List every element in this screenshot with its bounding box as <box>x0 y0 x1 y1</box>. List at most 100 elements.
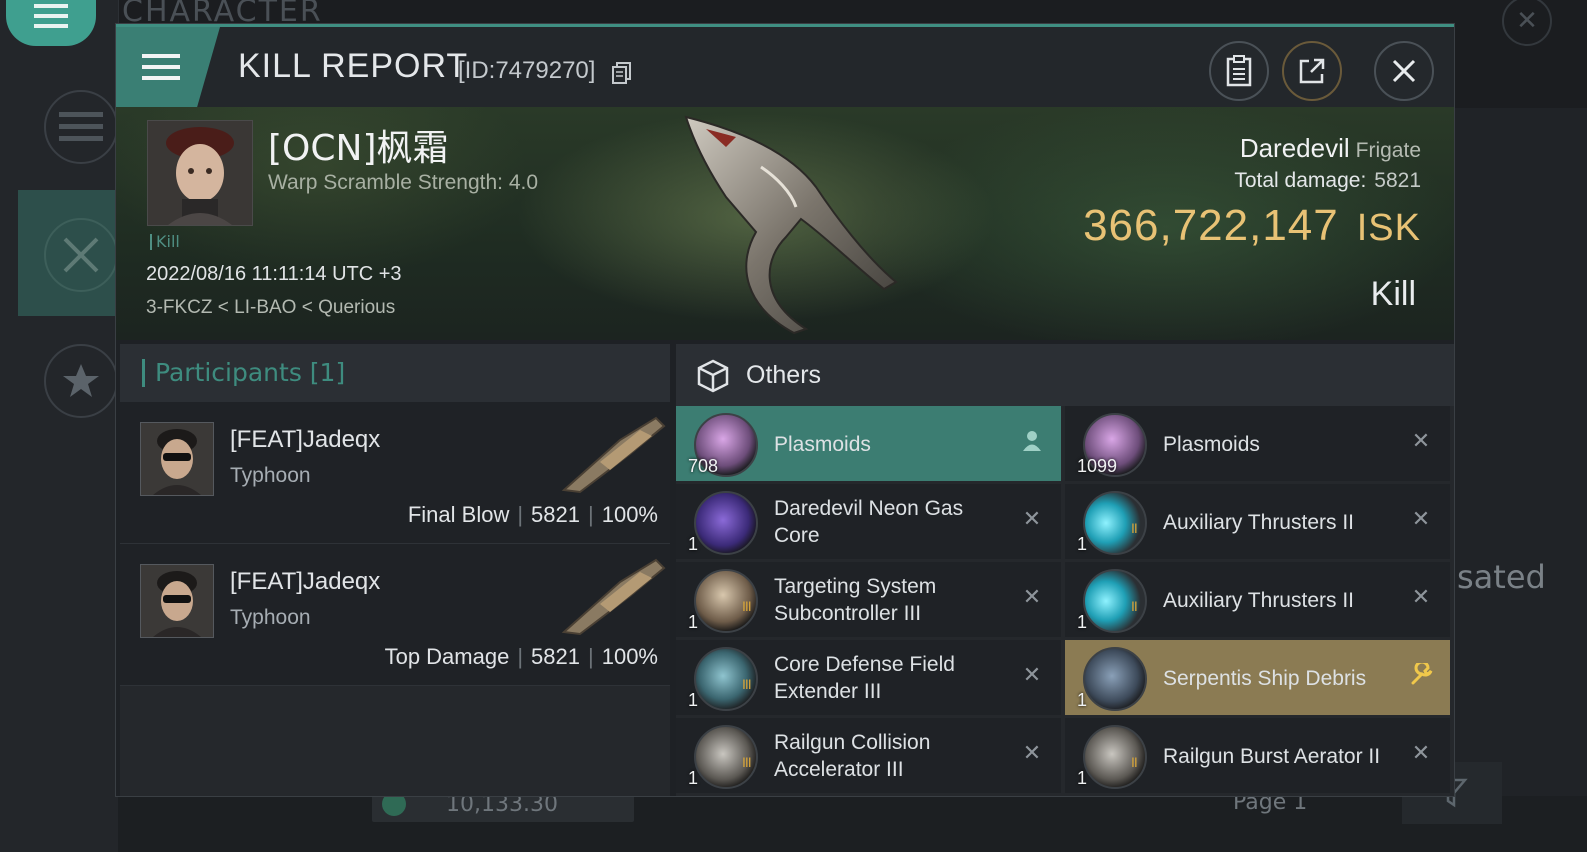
victim-name[interactable]: [OCN]枫霜 <box>268 119 449 171</box>
total-damage-label: Total damage: <box>1234 169 1367 192</box>
participant-damage: 5821 <box>531 644 580 669</box>
item-cell[interactable]: 1 II Auxiliary Thrusters II ✕ <box>1065 562 1450 637</box>
kill-id: [ID:7479270] <box>458 57 596 84</box>
participant-portrait <box>140 564 214 638</box>
participant-ship: Typhoon <box>230 464 311 487</box>
victim-ship-name[interactable]: Daredevil <box>1240 133 1350 163</box>
background-right-text: sated <box>1457 558 1546 596</box>
isk-loss-value: 366,722,147 <box>1083 201 1339 250</box>
report-clipboard-button[interactable] <box>1209 41 1269 101</box>
star-icon <box>63 364 99 397</box>
modal-header: KILL REPORT [ID:7479270] <box>116 24 1454 107</box>
destroyed-icon: ✕ <box>1022 506 1042 532</box>
victim-summary: [OCN]枫霜 Warp Scramble Strength: 4.0 Kill… <box>116 107 1454 340</box>
participant-percent: 100% <box>601 502 658 527</box>
warp-scramble-strength: Warp Scramble Strength: 4.0 <box>268 171 539 194</box>
participant-portrait <box>140 422 214 496</box>
main-menu-button[interactable] <box>6 0 96 46</box>
item-quantity: 1 <box>688 534 699 554</box>
item-cell[interactable]: 1 II Auxiliary Thrusters II ✕ <box>1065 484 1450 559</box>
destroyed-icon: ✕ <box>1022 662 1042 688</box>
participant-name: [FEAT]Jadeqx <box>230 568 381 595</box>
item-quantity: 1099 <box>1077 456 1118 476</box>
destroyed-icon: ✕ <box>1022 584 1042 610</box>
rail-combat-button[interactable] <box>44 218 118 292</box>
destroyed-icon: ✕ <box>1411 428 1431 454</box>
item-cell[interactable]: 708 Plasmoids <box>676 406 1061 481</box>
kill-tag: Kill <box>150 234 180 250</box>
rail-favorites-button[interactable] <box>44 344 118 418</box>
item-name: Railgun Burst Aerator II <box>1163 744 1381 768</box>
destroyed-icon: ✕ <box>1022 740 1042 766</box>
isk-unit: ISK <box>1356 207 1421 249</box>
victim-ship-class: Frigate <box>1355 139 1421 162</box>
rail-menu-button[interactable] <box>44 90 118 164</box>
item-name: Core Defense Field Extender III <box>774 653 955 703</box>
participant-row[interactable]: [FEAT]Jadeqx Typhoon Top Damage | 5821 | 100… <box>120 544 670 686</box>
share-icon <box>1299 58 1325 84</box>
participant-stats: Top Damage | 5821 | 100% <box>385 644 658 670</box>
close-icon <box>1392 59 1416 83</box>
victim-ship: Daredevil Frigate <box>1240 133 1421 164</box>
item-cell[interactable]: 1 III Railgun Collision Accelerator III … <box>676 718 1061 793</box>
item-cell[interactable]: 1 II Railgun Burst Aerator II ✕ <box>1065 718 1450 793</box>
hamburger-icon <box>142 54 180 80</box>
meta-level: II <box>1131 754 1138 770</box>
item-quantity: 708 <box>688 456 719 476</box>
person-icon <box>1017 426 1047 456</box>
participant-ship: Typhoon <box>230 606 311 629</box>
divider: | <box>517 644 524 669</box>
item-cell[interactable]: 1 Daredevil Neon Gas Core ✕ <box>676 484 1061 559</box>
destroyed-icon: ✕ <box>1411 584 1431 610</box>
item-name: Plasmoids <box>774 432 871 456</box>
background-close-icon[interactable]: ✕ <box>1502 0 1552 46</box>
copy-icon[interactable] <box>612 62 632 84</box>
item-cell[interactable]: 1 III Targeting System Subcontroller III… <box>676 562 1061 637</box>
item-name: Daredevil Neon Gas Core <box>774 497 964 547</box>
total-damage-value: 5821 <box>1374 169 1421 192</box>
item-name: Auxiliary Thrusters II <box>1163 510 1354 534</box>
item-name: Auxiliary Thrusters II <box>1163 588 1354 612</box>
divider: | <box>517 502 524 527</box>
cube-icon <box>697 359 729 393</box>
victim-portrait <box>147 120 253 226</box>
kill-datetime: 2022/08/16 11:11:14 UTC +3 <box>146 263 402 285</box>
debris-icon <box>1083 647 1147 711</box>
wrench-icon <box>1406 660 1436 690</box>
item-cell[interactable]: 1 III Core Defense Field Extender III ✕ <box>676 640 1061 715</box>
participant-percent: 100% <box>601 644 658 669</box>
modal-title: KILL REPORT <box>238 47 469 85</box>
participants-header: Participants [1] <box>120 344 670 402</box>
participants-panel: Participants [1] [FEAT]Jadeqx Typhoon Fi… <box>120 344 670 796</box>
item-cell[interactable]: 1099 Plasmoids ✕ <box>1065 406 1450 481</box>
background-bottom-bar <box>118 796 1587 852</box>
gas-core-icon <box>694 491 758 555</box>
kill-report-modal: KILL REPORT [ID:7479270] [OCN]枫霜 Warp Sc… <box>116 24 1454 796</box>
thruster-icon <box>1083 491 1147 555</box>
item-quantity: 1 <box>688 768 699 788</box>
meta-level: II <box>1131 520 1138 536</box>
item-name: Targeting System Subcontroller III <box>774 575 937 625</box>
portrait-image <box>141 565 213 637</box>
participant-row[interactable]: [FEAT]Jadeqx Typhoon Final Blow | 5821 | 100… <box>120 402 670 544</box>
meta-level: III <box>742 676 752 692</box>
list-icon <box>59 112 103 141</box>
thruster-icon <box>1083 569 1147 633</box>
meta-level: III <box>742 598 752 614</box>
share-button[interactable] <box>1282 41 1342 101</box>
items-header: Others <box>676 344 1454 406</box>
modal-menu-button[interactable] <box>116 27 220 107</box>
participant-role: Final Blow <box>407 502 510 527</box>
participant-stats: Final Blow | 5821 | 100% <box>408 502 658 528</box>
item-name: Railgun Collision Accelerator III <box>774 731 931 781</box>
item-quantity: 1 <box>1077 534 1088 554</box>
item-cell[interactable]: 1 Serpentis Ship Debris <box>1065 640 1450 715</box>
close-button[interactable] <box>1374 41 1434 101</box>
item-quantity: 1 <box>688 690 699 710</box>
kill-location[interactable]: 3-FKCZ < LI-BAO < Querious <box>146 297 395 319</box>
item-quantity: 1 <box>1077 612 1088 632</box>
clipboard-icon <box>1226 55 1252 87</box>
isk-loss: 366,722,147 ISK <box>1083 201 1421 251</box>
destroyed-icon: ✕ <box>1411 506 1431 532</box>
participant-name: [FEAT]Jadeqx <box>230 426 381 453</box>
